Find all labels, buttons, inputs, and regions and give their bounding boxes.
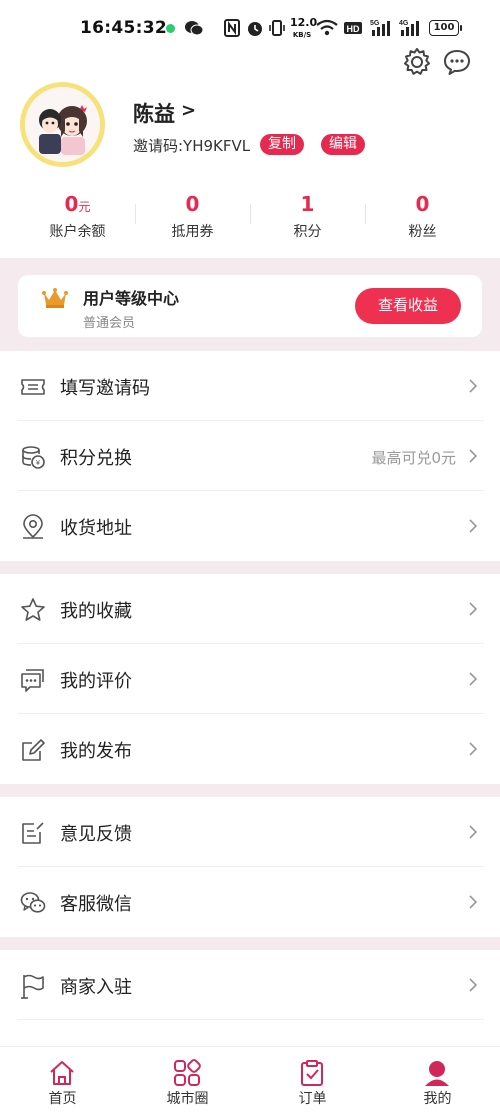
- menu-item-posts[interactable]: 我的发布: [0, 714, 500, 784]
- menu-item-address[interactable]: 收货地址: [0, 491, 500, 561]
- chevron-right-icon: [469, 379, 478, 393]
- grid-icon: [174, 1059, 201, 1086]
- stat-label: 抵用券: [171, 224, 214, 240]
- copy-button[interactable]: 复制: [260, 134, 304, 155]
- chat-bubble-icon[interactable]: [441, 46, 473, 78]
- stat-unit: 元: [78, 200, 91, 214]
- view-earnings-button[interactable]: 查看收益: [355, 288, 461, 324]
- svg-text:5G: 5G: [370, 20, 380, 27]
- section-gap: [0, 937, 500, 950]
- invite-code: 邀请码:YH9KFVL: [133, 137, 251, 155]
- menu-item-points-exchange[interactable]: ¥ 积分兑换 最高可兑0元: [0, 421, 500, 491]
- bottom-tab-bar: 首页 城市圈 订单 我的: [0, 1046, 500, 1116]
- points-max-exchange: 最高可兑0元: [371, 449, 456, 467]
- tab-home[interactable]: 首页: [0, 1047, 125, 1116]
- menu-item-feedback[interactable]: 意见反馈: [0, 797, 500, 867]
- menu-item-invite-code[interactable]: 填写邀请码: [0, 351, 500, 421]
- wechat-notification-icon: [185, 21, 204, 36]
- stat-value: 0: [185, 192, 200, 216]
- location-pin-icon: [23, 514, 43, 539]
- section-gap: [0, 784, 500, 797]
- edit-button[interactable]: 编辑: [321, 134, 365, 155]
- level-title: 用户等级中心: [83, 289, 180, 308]
- profile-arrow[interactable]: >: [181, 100, 196, 121]
- user-name[interactable]: 陈益: [133, 98, 175, 128]
- comment-icon: [21, 669, 44, 692]
- menu-label: 积分兑换: [60, 448, 132, 469]
- star-icon: [21, 598, 45, 621]
- tab-label: 城市圈: [166, 1091, 209, 1107]
- nfc-icon: [224, 19, 240, 37]
- tab-orders[interactable]: 订单: [250, 1047, 375, 1116]
- vibrate-icon: [269, 20, 285, 36]
- status-time: 16:45:32: [80, 18, 167, 38]
- menu-item-reviews[interactable]: 我的评价: [0, 644, 500, 714]
- svg-text:4G: 4G: [399, 20, 409, 27]
- stat-value: 0: [415, 192, 430, 216]
- couple-avatar-icon: [25, 87, 100, 162]
- menu-label: 商家入驻: [60, 977, 132, 998]
- stat-value: 0: [64, 192, 79, 216]
- svg-text:HD: HD: [347, 24, 360, 34]
- tab-label: 我的: [423, 1091, 452, 1107]
- wechat-icon: [20, 892, 46, 913]
- menu-label: 我的发布: [60, 741, 132, 762]
- menu-label: 填写邀请码: [60, 378, 150, 399]
- menu-item-wechat-service[interactable]: 客服微信: [0, 867, 500, 937]
- level-section: 用户等级中心 普通会员 查看收益: [0, 258, 500, 351]
- menu-label: 意见反馈: [60, 824, 132, 845]
- stat-points[interactable]: 1 积分: [250, 192, 365, 241]
- battery-icon: 100: [429, 20, 462, 36]
- net-speed: 12.0 KB/S: [290, 16, 318, 39]
- ticket-icon: [21, 379, 45, 395]
- chevron-right-icon: [469, 895, 478, 909]
- stat-balance[interactable]: 0元 账户余额: [20, 192, 135, 241]
- svg-text:¥: ¥: [36, 460, 40, 467]
- avatar-image: [25, 87, 100, 162]
- signal-4g-icon: 4G: [399, 20, 419, 36]
- stat-label: 账户余额: [49, 224, 106, 240]
- menu-item-partial[interactable]: [0, 1020, 500, 1046]
- tab-label: 订单: [298, 1091, 327, 1107]
- feedback-icon: [22, 822, 44, 844]
- chevron-right-icon: [469, 825, 478, 839]
- flag-icon: [21, 974, 44, 999]
- level-card[interactable]: 用户等级中心 普通会员 查看收益: [18, 275, 482, 337]
- stat-fans[interactable]: 0 粉丝: [365, 192, 480, 241]
- avatar[interactable]: [20, 82, 105, 167]
- stat-label: 积分: [293, 224, 322, 240]
- menu-label: 我的评价: [60, 671, 132, 692]
- chevron-right-icon: [469, 519, 478, 533]
- wifi-icon: [316, 19, 338, 36]
- coins-icon: ¥: [22, 446, 45, 469]
- signal-5g-icon: 5G: [370, 20, 390, 36]
- clipboard-icon: [301, 1060, 323, 1086]
- home-icon: [50, 1061, 74, 1085]
- menu-label: 客服微信: [60, 894, 132, 915]
- edit-square-icon: [22, 739, 45, 761]
- chevron-right-icon: [469, 742, 478, 756]
- person-icon: [425, 1061, 449, 1086]
- gear-icon[interactable]: [401, 46, 433, 78]
- menu-label: 收货地址: [60, 518, 132, 539]
- tab-label: 首页: [48, 1091, 77, 1107]
- chevron-right-icon: [469, 978, 478, 992]
- hd-icon: HD: [344, 22, 362, 34]
- stat-label: 粉丝: [408, 224, 437, 240]
- chevron-right-icon: [469, 672, 478, 686]
- tab-mine[interactable]: 我的: [375, 1047, 500, 1116]
- chevron-right-icon: [469, 449, 478, 463]
- section-gap: [0, 561, 500, 574]
- menu-item-merchant-join[interactable]: 商家入驻: [0, 950, 500, 1020]
- tab-city-circle[interactable]: 城市圈: [125, 1047, 250, 1116]
- notification-dot-icon: [166, 24, 175, 33]
- alarm-icon: [248, 22, 262, 36]
- level-subtitle: 普通会员: [83, 316, 136, 331]
- menu-item-favorites[interactable]: 我的收藏: [0, 574, 500, 644]
- stat-value: 1: [300, 192, 315, 216]
- crown-icon: [42, 288, 68, 308]
- stat-coupons[interactable]: 0 抵用券: [135, 192, 250, 241]
- chevron-right-icon: [469, 602, 478, 616]
- menu-label: 我的收藏: [60, 601, 132, 622]
